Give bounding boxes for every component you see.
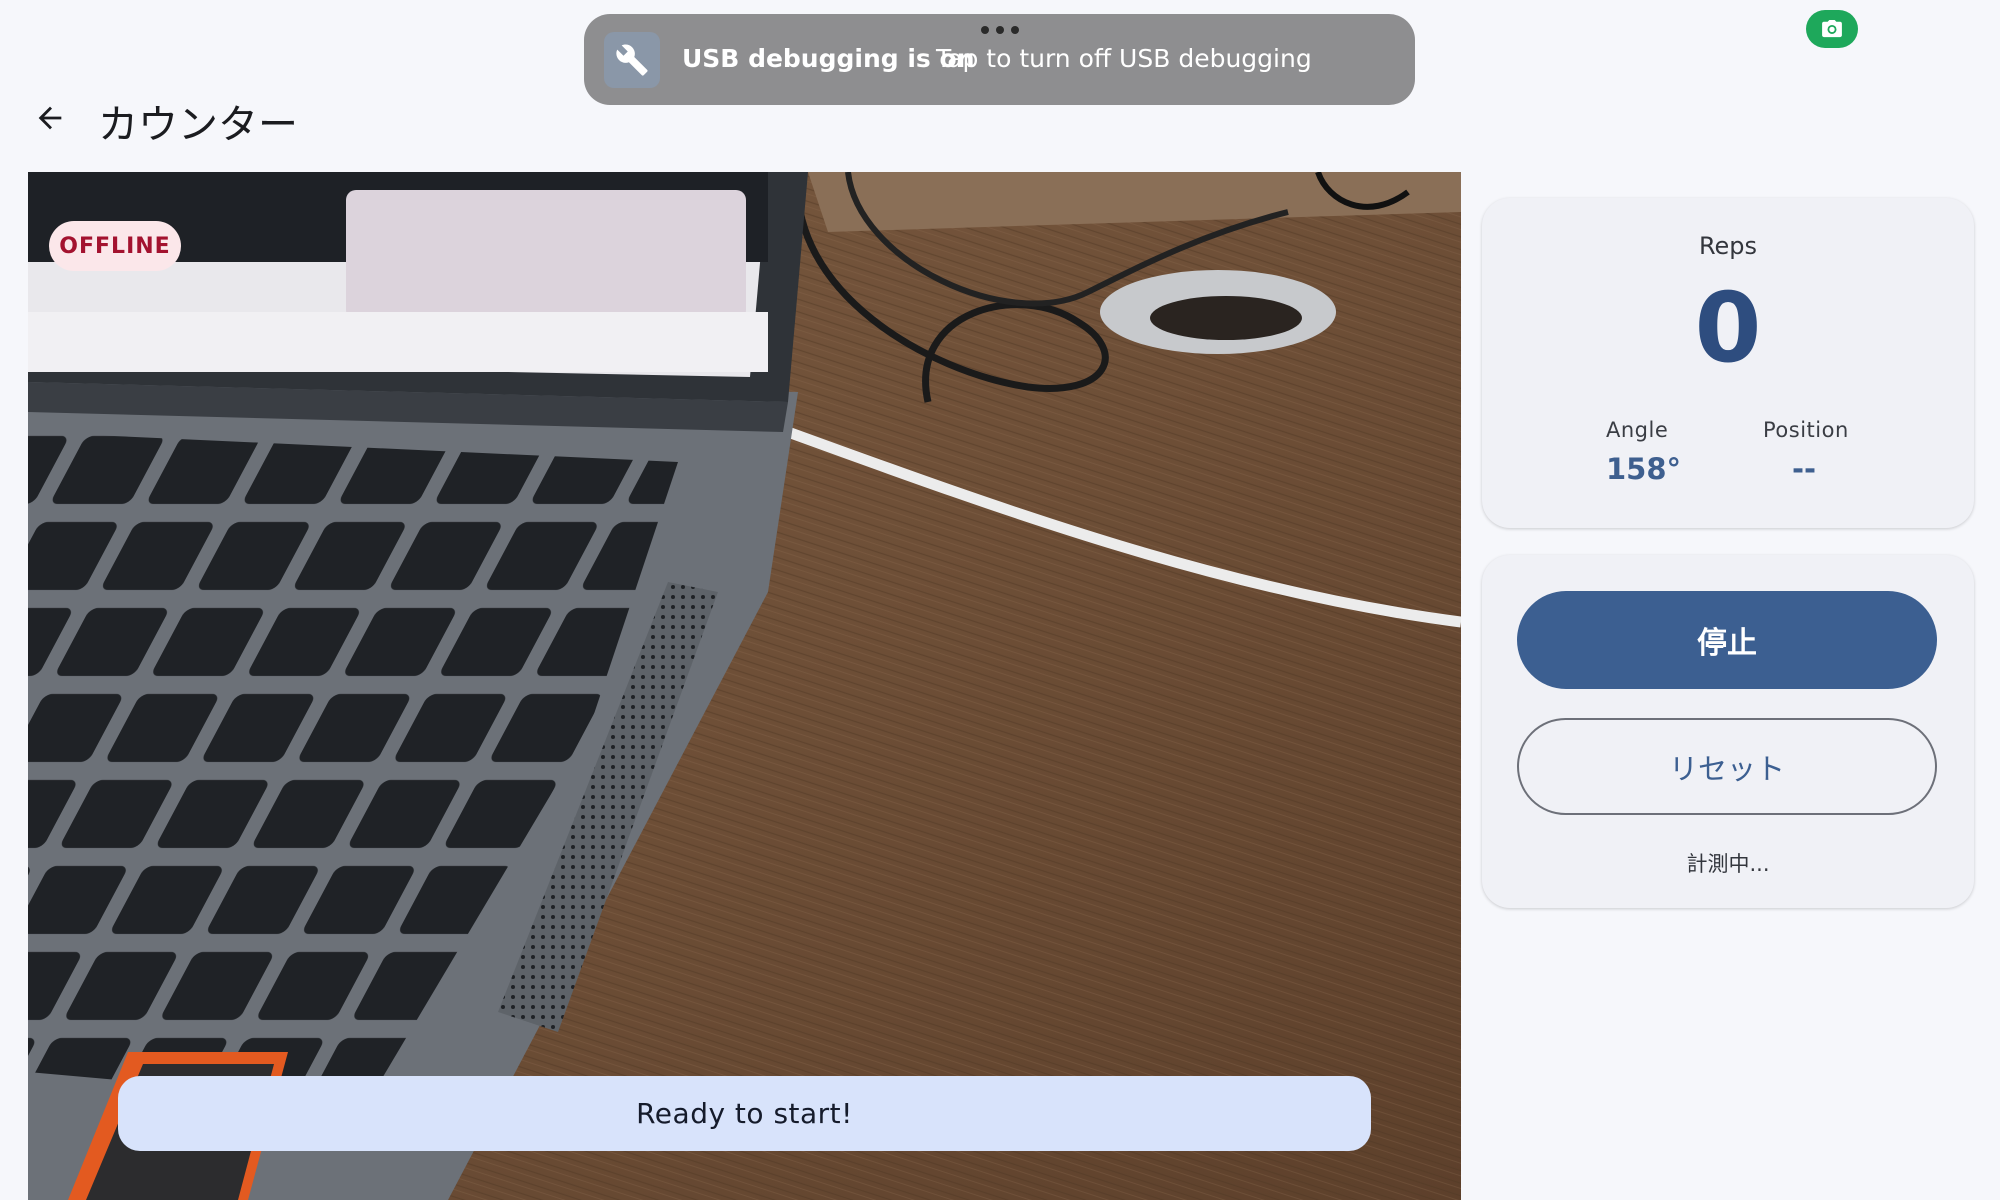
notification-title: USB debugging is on xyxy=(682,44,975,73)
offline-status-badge: OFFLINE xyxy=(49,221,181,271)
stop-button[interactable]: 停止 xyxy=(1517,591,1937,689)
camera-scene xyxy=(28,172,1461,1200)
reset-button[interactable]: リセット xyxy=(1517,718,1937,815)
angle-label: Angle xyxy=(1606,418,1669,442)
page-title: カウンター xyxy=(98,102,298,148)
arrow-back-icon xyxy=(38,106,62,130)
reps-value: 0 xyxy=(1694,272,1762,384)
camera-preview xyxy=(28,172,1461,1200)
position-label: Position xyxy=(1763,418,1849,442)
angle-value: 158° xyxy=(1606,452,1682,486)
notification-handle xyxy=(981,24,1019,36)
position-value: -- xyxy=(1792,452,1817,486)
back-button[interactable] xyxy=(22,90,78,146)
measuring-status-text: 計測中... xyxy=(1686,852,1770,876)
camera-icon xyxy=(1822,20,1842,38)
wrench-icon xyxy=(604,32,660,88)
notification-subtitle[interactable]: Tap to turn off USB debugging xyxy=(936,44,1312,73)
reps-label: Reps xyxy=(1698,232,1758,260)
camera-in-use-indicator xyxy=(1806,10,1858,48)
session-status-message: Ready to start! xyxy=(118,1076,1371,1151)
